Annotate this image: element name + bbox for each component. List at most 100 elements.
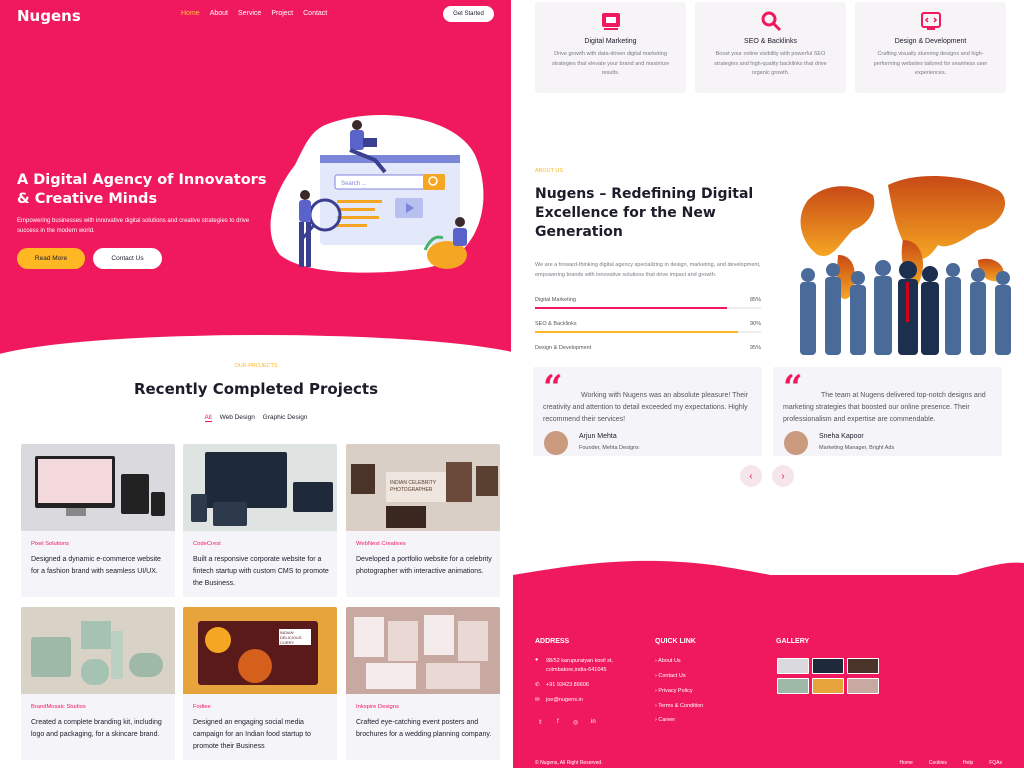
project-card[interactable]: Pixel Solutions Designed a dynamic e-com… <box>21 444 175 597</box>
testimonial-footer-section: “ Working with Nugens was an absolute pl… <box>513 355 1024 768</box>
footer-address: 98/52 karupuraiyan kovil st, coimbatore,… <box>546 658 613 673</box>
filter-web-design[interactable]: Web Design <box>220 414 255 421</box>
next-arrow-icon[interactable]: › <box>772 465 794 487</box>
nav-home[interactable]: Home <box>181 10 200 17</box>
service-desc: Drive growth with data-driven digital ma… <box>551 51 670 76</box>
footer-address-heading: ADDRESS <box>535 638 570 645</box>
get-started-button[interactable]: Get Started <box>443 6 494 22</box>
project-image: INDIAN DELICIOUS CURRY <box>183 607 337 694</box>
nav-about[interactable]: About <box>210 10 228 17</box>
gallery-thumb[interactable] <box>777 678 809 694</box>
read-more-button[interactable]: Read More <box>17 248 85 269</box>
email-icon: ✉ <box>535 697 540 703</box>
service-card-seo[interactable]: SEO & Backlinks Boost your online visibi… <box>695 2 846 93</box>
nav-service[interactable]: Service <box>238 10 261 17</box>
filter-graphic-design[interactable]: Graphic Design <box>263 414 308 421</box>
twitter-icon[interactable]: 𝕥 <box>539 719 542 726</box>
project-image <box>183 444 337 531</box>
bottom-link-faqs[interactable]: FQAs <box>989 760 1002 766</box>
testimonial-card: “ The team at Nugens delivered top-notch… <box>773 367 1002 456</box>
about-desc: We are a forward-thinking digital agency… <box>535 262 761 278</box>
project-card[interactable]: BrandMosaic Studios Created a complete b… <box>21 607 175 760</box>
nav-contact[interactable]: Contact <box>303 10 327 17</box>
project-desc: Built a responsive corporate website for… <box>193 556 329 587</box>
service-title: Design & Development <box>894 38 967 45</box>
testimonial-text: Working with Nugens was an absolute plea… <box>543 392 749 423</box>
gallery-thumb[interactable] <box>847 658 879 674</box>
gallery-thumb[interactable] <box>812 678 844 694</box>
testimonial-name: Arjun Mehta <box>579 433 617 440</box>
footer-link[interactable]: › Career <box>655 717 675 723</box>
project-image <box>21 607 175 694</box>
bottom-link-help[interactable]: Help <box>963 760 973 766</box>
logo[interactable]: Nugens <box>17 7 81 25</box>
project-client: CodeCrest <box>193 541 221 547</box>
filter-all[interactable]: All <box>204 414 212 422</box>
world-people-illustration <box>800 175 1011 355</box>
project-filters: All Web Design Graphic Design <box>0 414 512 422</box>
hero-section: Nugens Home About Service Project Contac… <box>0 0 511 355</box>
bottom-link-home[interactable]: Home <box>900 760 913 766</box>
service-desc: Boost your online visibility with powerf… <box>714 51 827 76</box>
avatar <box>784 431 808 455</box>
footer-links-heading: QUICK LINK <box>655 638 696 645</box>
footer-email[interactable]: joe@nugens.in <box>546 697 583 703</box>
nav-project[interactable]: Project <box>271 10 293 17</box>
gallery-thumb[interactable] <box>812 658 844 674</box>
project-client: Pixel Solutions <box>31 541 70 547</box>
gallery-thumb[interactable] <box>847 678 879 694</box>
hero-headline: A Digital Agency of Innovators & Creativ… <box>17 172 267 207</box>
project-image: INDIAN CELEBRITY PHOTOGRAPHER <box>346 444 500 531</box>
about-section: Digital Marketing Drive growth with data… <box>513 0 1024 355</box>
hero-illustration: Search ... <box>270 115 484 273</box>
location-icon: ● <box>535 657 539 663</box>
service-desc: Crafting visually stunning designs and h… <box>873 51 988 76</box>
project-desc: Created a complete branding kit, includi… <box>31 719 162 738</box>
footer-gallery-heading: GALLERY <box>776 638 810 645</box>
megaphone-icon <box>601 13 620 30</box>
testimonial-name: Sneha Kapoor <box>819 433 864 440</box>
hero-subtext: Empowering businesses with innovative di… <box>17 218 250 234</box>
project-card[interactable]: CodeCrest Built a responsive corporate w… <box>183 444 337 597</box>
footer-link[interactable]: › About Us <box>655 658 681 664</box>
about-title: Nugens – Redefining Digital Excellence f… <box>535 186 754 240</box>
prev-arrow-icon[interactable]: ‹ <box>740 465 762 487</box>
project-card[interactable]: INDIAN DELICIOUS CURRY Fodiee Designed a… <box>183 607 337 760</box>
gallery-thumb[interactable] <box>777 658 809 674</box>
contact-us-button[interactable]: Contact Us <box>93 248 162 269</box>
service-title: SEO & Backlinks <box>744 38 797 45</box>
search-icon <box>761 11 781 32</box>
bottom-link-cookies[interactable]: Cookies <box>929 760 947 766</box>
facebook-icon[interactable]: f <box>557 719 559 725</box>
main-nav: Home About Service Project Contact <box>181 10 327 17</box>
avatar <box>544 431 568 455</box>
copyright: © Nugens, All Right Reserved. <box>535 760 603 766</box>
testimonial-card: “ Working with Nugens was an absolute pl… <box>533 367 762 456</box>
search-placeholder: Search ... <box>341 181 367 187</box>
project-image <box>21 444 175 531</box>
project-client: BrandMosaic Studios <box>31 704 86 710</box>
fodiee-banner: INDIAN DELICIOUS CURRY <box>279 629 311 645</box>
project-client: Fodiee <box>193 704 211 710</box>
project-desc: Designed an engaging social media campai… <box>193 719 311 750</box>
service-title: Digital Marketing <box>584 38 637 45</box>
footer-link[interactable]: › Terms & Condition <box>655 703 703 709</box>
service-card-design[interactable]: Design & Development Crafting visually s… <box>855 2 1006 93</box>
project-card[interactable]: INDIAN CELEBRITY PHOTOGRAPHER WebNest Cr… <box>346 444 500 597</box>
instagram-icon[interactable]: ◎ <box>573 719 578 726</box>
about-tag: ABOUT US <box>535 168 564 174</box>
project-image <box>346 607 500 694</box>
project-desc: Developed a portfolio website for a cele… <box>356 556 492 575</box>
testimonial-role: Founder, Mehta Designs <box>579 445 639 451</box>
project-card[interactable]: Inkspire Designs Crafted eye-catching ev… <box>346 607 500 760</box>
footer-link[interactable]: › Privacy Policy <box>655 688 693 694</box>
linkedin-icon[interactable]: in <box>591 719 596 725</box>
projects-section: OUR PROJECTS Recently Completed Projects… <box>0 355 512 768</box>
project-desc: Designed a dynamic e-commerce website fo… <box>31 556 161 575</box>
footer-phone[interactable]: +91 93423 86606 <box>546 682 589 688</box>
project-desc: Crafted eye-catching event posters and b… <box>356 719 492 738</box>
testimonial-role: Marketing Manager, Bright Ads <box>819 445 895 451</box>
footer-link[interactable]: › Contact Us <box>655 673 686 679</box>
project-client: WebNest Creatives <box>356 541 406 547</box>
service-card-digital-marketing[interactable]: Digital Marketing Drive growth with data… <box>535 2 686 93</box>
